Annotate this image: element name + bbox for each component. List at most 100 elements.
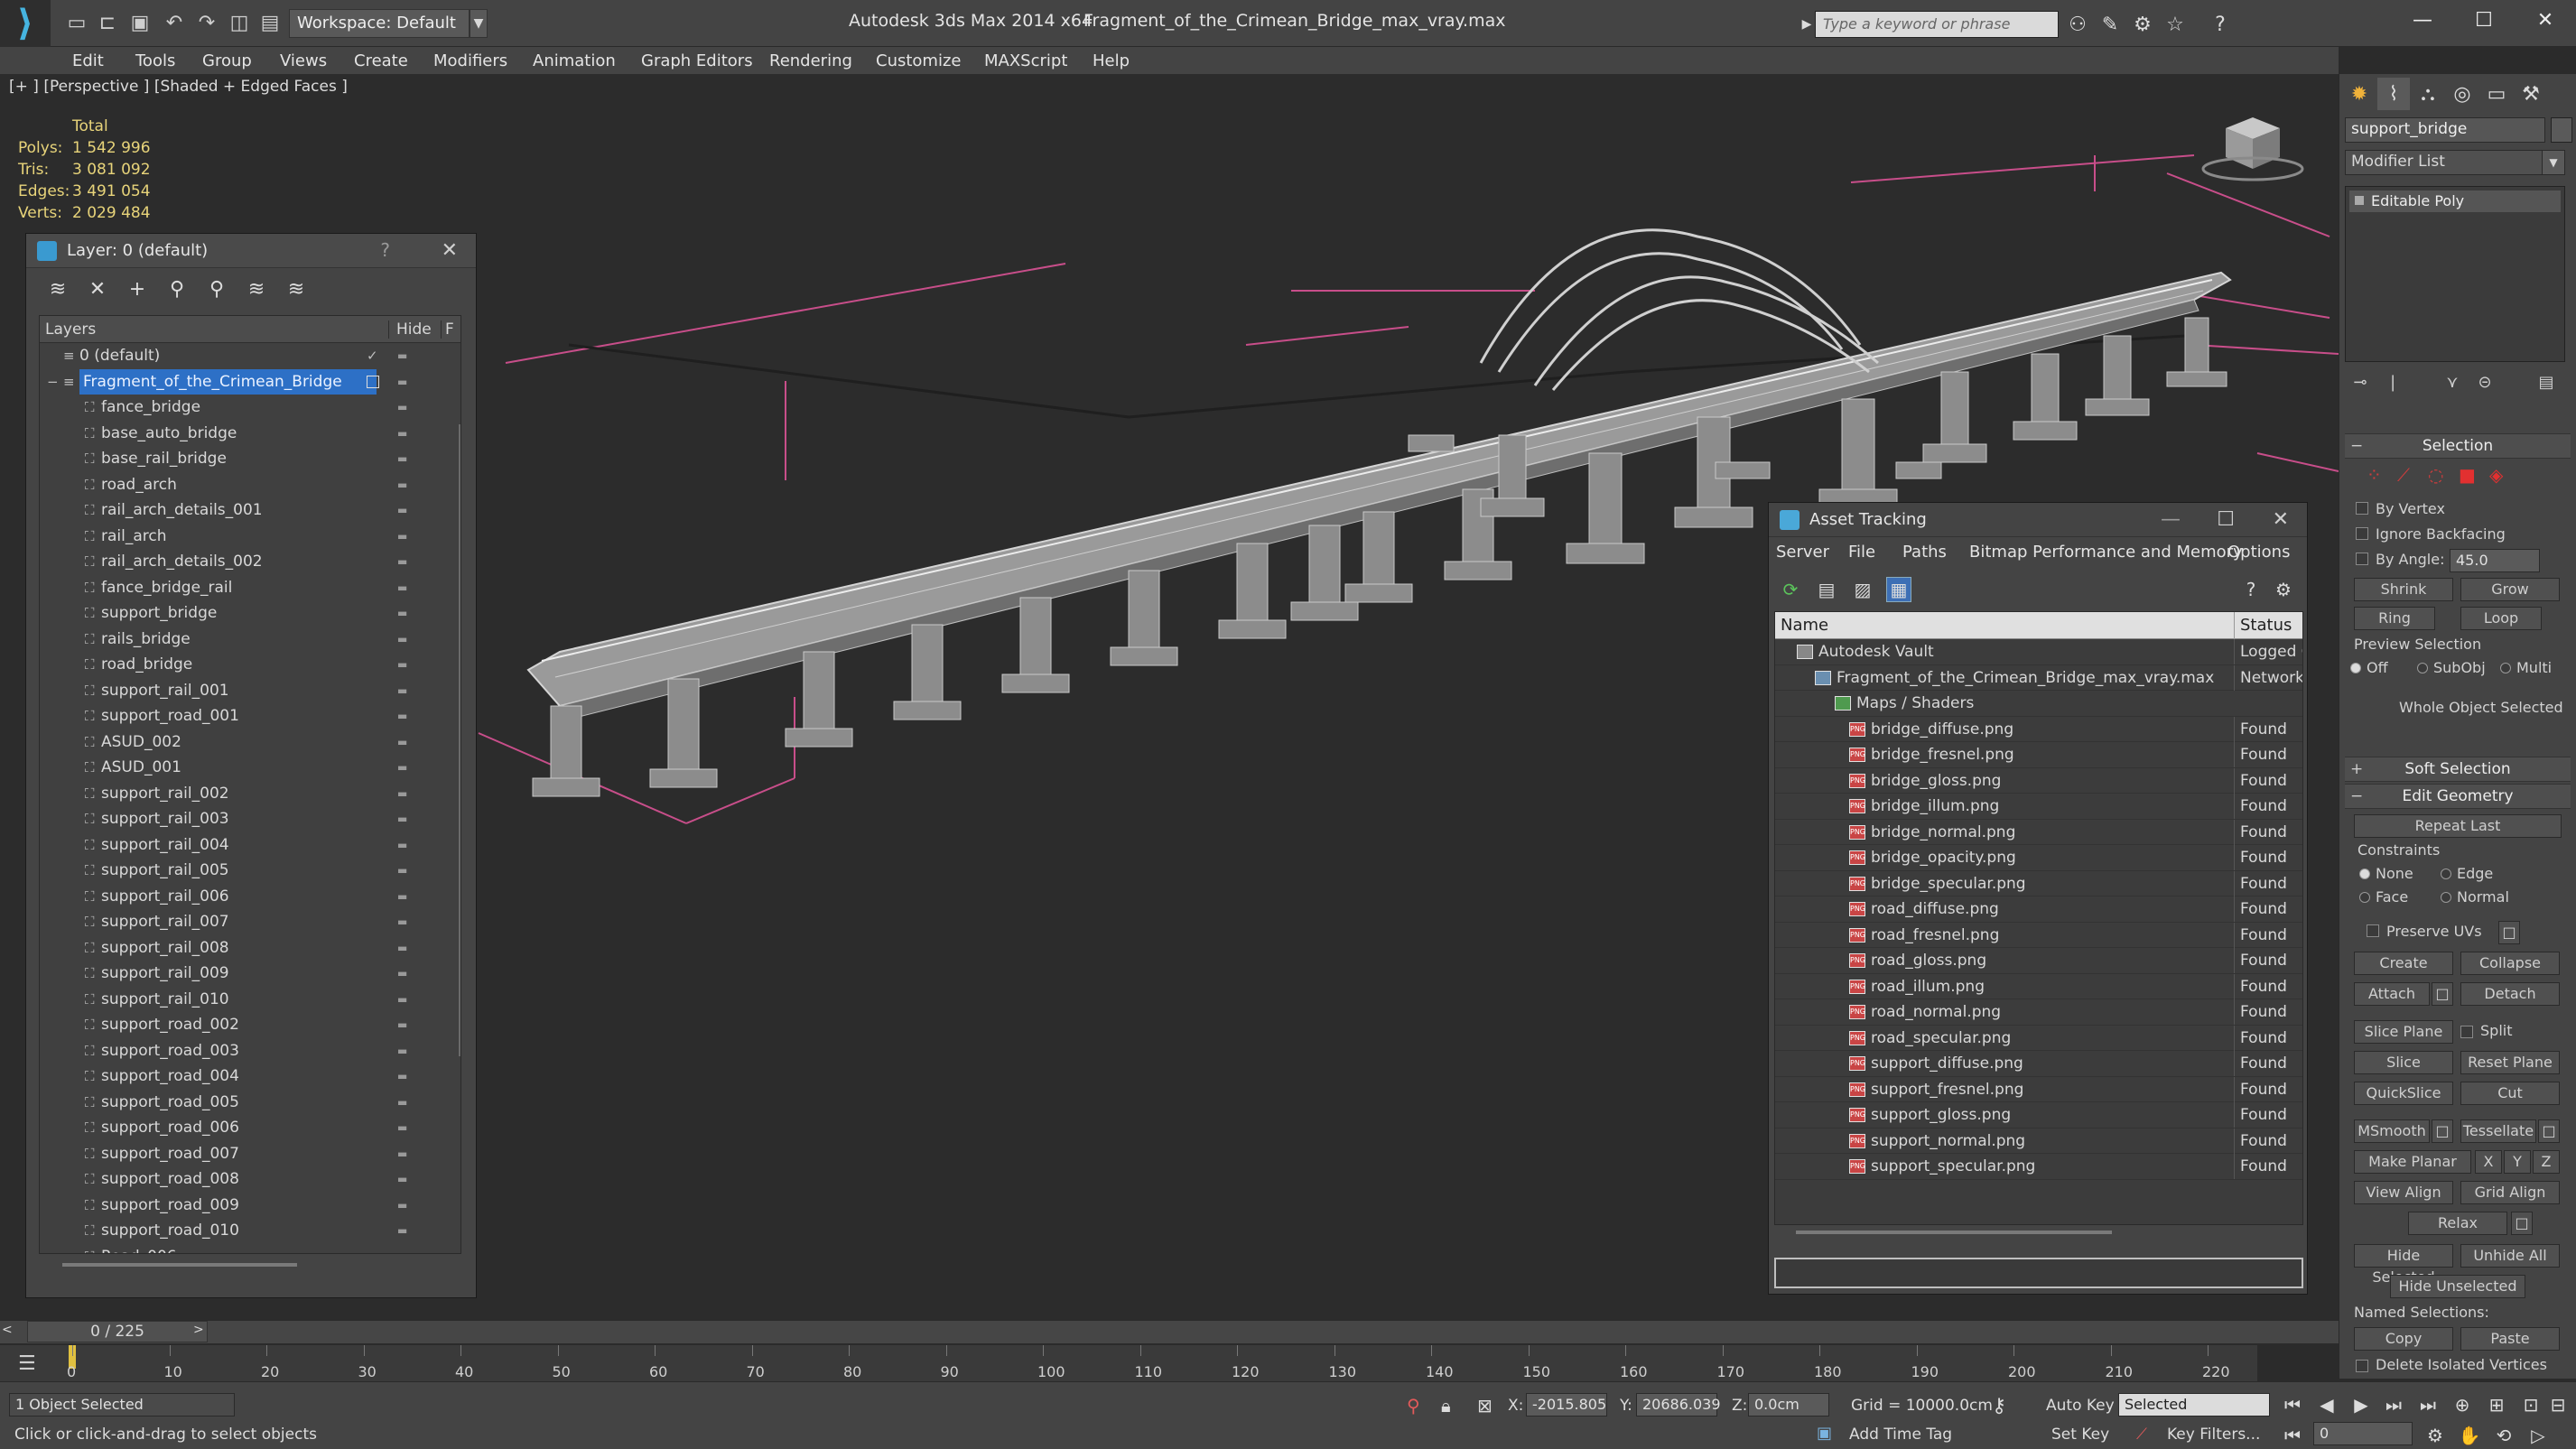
hide-toggle[interactable]: ▬ bbox=[397, 703, 407, 729]
set-project-icon[interactable]: ◫ bbox=[226, 9, 253, 36]
layer-row[interactable]: ⛶ rails_bridge ▬ bbox=[40, 627, 460, 653]
asset-row[interactable]: PNG support_diffuse.png Found bbox=[1775, 1051, 2302, 1077]
planar-z-button[interactable]: Z bbox=[2533, 1150, 2560, 1174]
frame-counter[interactable]: 0 / 225 bbox=[27, 1321, 208, 1342]
menu-edit[interactable]: Edit bbox=[72, 51, 104, 70]
hide-toggle[interactable]: ▬ bbox=[397, 781, 407, 806]
layer-name[interactable]: fance_bridge bbox=[101, 395, 200, 420]
collapse-button[interactable]: Collapse bbox=[2460, 952, 2560, 975]
col-hide[interactable]: Hide bbox=[388, 320, 432, 339]
key-mode-dropdown[interactable]: Selected bbox=[2118, 1393, 2270, 1416]
layer-row[interactable]: ⛶ support_rail_003 ▬ bbox=[40, 806, 460, 832]
layer-row[interactable]: ⛶ support_road_003 ▬ bbox=[40, 1038, 460, 1064]
object-color-swatch[interactable] bbox=[2551, 117, 2572, 143]
communication-icon[interactable]: ⚙ bbox=[2129, 11, 2156, 38]
subobject-border-icon[interactable]: ◌ bbox=[2428, 464, 2443, 486]
utilities-tab-icon[interactable]: ⚒ bbox=[2515, 78, 2547, 110]
layer-row[interactable]: ⛶ support_bridge ▬ bbox=[40, 600, 460, 627]
cut-button[interactable]: Cut bbox=[2460, 1082, 2560, 1105]
layer-row[interactable]: ⛶ rail_arch_details_002 ▬ bbox=[40, 549, 460, 575]
redo-icon[interactable]: ↷ bbox=[193, 9, 220, 36]
hold-icon[interactable]: ▤ bbox=[256, 9, 284, 36]
save-icon[interactable]: ▣ bbox=[126, 9, 153, 36]
help-icon[interactable]: ? bbox=[2207, 11, 2234, 38]
paste-button[interactable]: Paste bbox=[2460, 1327, 2560, 1351]
layer-name[interactable]: rail_arch_details_001 bbox=[101, 497, 263, 523]
z-coordinate-field[interactable]: 0.0cm bbox=[1748, 1393, 1829, 1416]
minimize-button[interactable]: — bbox=[2391, 0, 2454, 40]
hide-toggle[interactable]: ▬ bbox=[397, 678, 407, 703]
preview-subobj-radio[interactable] bbox=[2417, 663, 2428, 673]
attach-list-icon[interactable]: □ bbox=[2432, 982, 2453, 1006]
layer-row[interactable]: ⛶ support_road_007 ▬ bbox=[40, 1141, 460, 1167]
max-toggle-icon[interactable]: ⊟ bbox=[2544, 1391, 2571, 1418]
menu-views[interactable]: Views bbox=[280, 51, 327, 70]
hide-toggle[interactable]: ▬ bbox=[397, 987, 407, 1012]
selection-lock-icon[interactable]: 🔒︎ bbox=[1441, 1395, 1451, 1416]
viewcube-icon[interactable] bbox=[2201, 117, 2304, 181]
hide-toggle[interactable]: ▬ bbox=[397, 575, 407, 600]
subobject-element-icon[interactable]: ◈ bbox=[2489, 464, 2503, 486]
layer-name[interactable]: Road_006 bbox=[101, 1244, 177, 1254]
maximize-button[interactable]: ☐ bbox=[2452, 0, 2516, 40]
asset-row[interactable]: PNG road_illum.png Found bbox=[1775, 973, 2302, 999]
layer-name[interactable]: support_rail_004 bbox=[101, 832, 229, 858]
configure-sets-icon[interactable]: ▤ bbox=[2533, 370, 2560, 394]
hide-toggle[interactable]: ▬ bbox=[397, 395, 407, 420]
hide-all-layers-icon[interactable]: ≋ bbox=[241, 274, 272, 304]
layer-row[interactable]: ⛶ support_road_004 ▬ bbox=[40, 1064, 460, 1090]
layer-row[interactable]: ⛶ support_road_002 ▬ bbox=[40, 1012, 460, 1038]
layer-row[interactable]: ⛶ support_rail_004 ▬ bbox=[40, 832, 460, 859]
hide-toggle[interactable]: ▬ bbox=[397, 1090, 407, 1115]
close-button[interactable]: ✕ bbox=[2514, 0, 2576, 40]
track-bar[interactable]: ☰ 0 10 20 30 40 50 60 70 80 90 100 110 120 130 140 150 1… bbox=[0, 1345, 2257, 1381]
ignore-backfacing-checkbox[interactable] bbox=[2356, 527, 2368, 540]
loop-button[interactable]: Loop bbox=[2460, 607, 2542, 630]
angle-spinner[interactable]: 45.0 bbox=[2450, 549, 2540, 572]
table-view-icon[interactable]: ▦ bbox=[1886, 577, 1911, 602]
menu-customize[interactable]: Customize bbox=[876, 51, 961, 70]
layer-row[interactable]: ⛶ support_rail_002 ▬ bbox=[40, 781, 460, 807]
subobject-polygon-icon[interactable]: ■ bbox=[2459, 464, 2476, 486]
hide-toggle[interactable]: ▬ bbox=[397, 1193, 407, 1218]
hide-toggle[interactable]: ▬ bbox=[397, 627, 407, 652]
layer-name[interactable]: ASUD_002 bbox=[101, 729, 181, 755]
asset-name[interactable]: road_gloss.png bbox=[1871, 948, 1986, 973]
layer-name[interactable]: support_road_001 bbox=[101, 703, 239, 729]
subobject-vertex-icon[interactable]: ⁘ bbox=[2367, 464, 2382, 486]
hierarchy-tab-icon[interactable]: ⛬ bbox=[2412, 78, 2444, 110]
layer-name[interactable]: support_road_003 bbox=[101, 1038, 239, 1064]
layer-name[interactable]: road_arch bbox=[101, 472, 177, 497]
hide-toggle[interactable]: ▬ bbox=[397, 909, 407, 934]
asset-name[interactable]: bridge_fresnel.png bbox=[1871, 742, 2014, 767]
layer-name[interactable]: support_road_004 bbox=[101, 1064, 239, 1089]
planar-x-button[interactable]: X bbox=[2475, 1150, 2502, 1174]
asset-row[interactable]: PNG road_diffuse.png Found bbox=[1775, 896, 2302, 923]
hide-toggle[interactable]: ▬ bbox=[397, 884, 407, 909]
hide-toggle[interactable]: ▬ bbox=[397, 961, 407, 986]
constraint-normal-radio[interactable] bbox=[2441, 892, 2451, 903]
menu-help[interactable]: Help bbox=[1093, 51, 1130, 70]
current-frame-field[interactable]: 0 bbox=[2313, 1422, 2413, 1445]
asset-menu-file[interactable]: File bbox=[1848, 543, 1875, 562]
asset-row[interactable]: PNG bridge_diffuse.png Found bbox=[1775, 716, 2302, 742]
preview-multi-radio[interactable] bbox=[2500, 663, 2511, 673]
layer-name[interactable]: support_road_002 bbox=[101, 1012, 239, 1037]
layer-name[interactable]: support_rail_002 bbox=[101, 781, 229, 806]
asset-name[interactable]: bridge_gloss.png bbox=[1871, 768, 2001, 794]
layer-name[interactable]: support_road_007 bbox=[101, 1141, 239, 1166]
layer-row[interactable]: ⛶ support_road_009 ▬ bbox=[40, 1193, 460, 1219]
grow-button[interactable]: Grow bbox=[2460, 578, 2560, 601]
play-arrow-icon[interactable]: ▶ bbox=[1799, 11, 1815, 38]
horizontal-scrollbar[interactable] bbox=[62, 1263, 297, 1267]
asset-row[interactable]: Autodesk Vault Logged O bbox=[1775, 639, 2302, 665]
play-icon[interactable]: ▶ bbox=[2348, 1391, 2375, 1418]
asset-name[interactable]: support_diffuse.png bbox=[1871, 1051, 2023, 1076]
layer-name[interactable]: support_road_006 bbox=[101, 1115, 239, 1140]
y-coordinate-field[interactable]: 20686.039 bbox=[1636, 1393, 1721, 1416]
goto-end-icon[interactable]: ⏭ bbox=[2414, 1391, 2441, 1418]
zoom-all-icon[interactable]: ⊞ bbox=[2483, 1391, 2510, 1418]
asset-name[interactable]: Fragment_of_the_Crimean_Bridge_max_vray.… bbox=[1837, 665, 2214, 691]
workspace-dropdown[interactable]: Workspace: Default bbox=[289, 9, 470, 38]
layer-row[interactable]: ⛶ base_rail_bridge ▬ bbox=[40, 446, 460, 472]
